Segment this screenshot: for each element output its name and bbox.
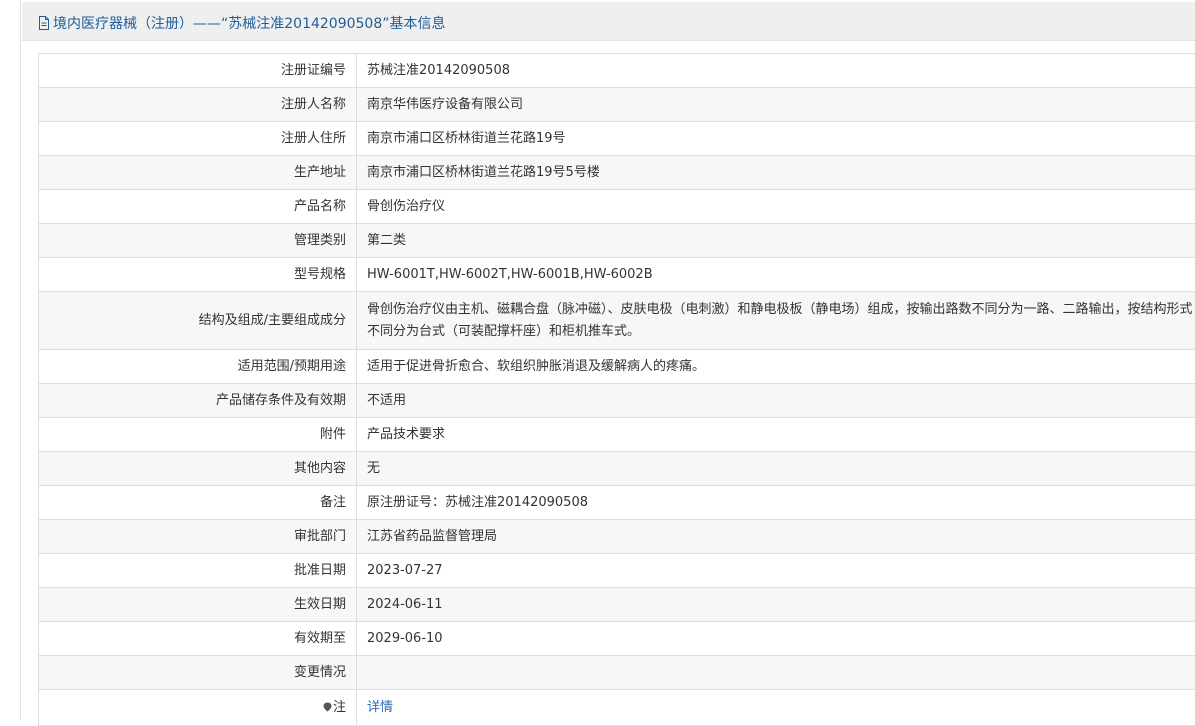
row-value-production-address: 南京市浦口区桥林街道兰花路19号5号楼 xyxy=(357,156,1195,190)
row-label-intended-use: 适用范围/预期用途 xyxy=(39,350,357,384)
row-value-intended-use: 适用于促进骨折愈合、软组织肿胀消退及缓解病人的疼痛。 xyxy=(357,350,1195,384)
page-title: 境内医疗器械（注册）——“苏械注准20142090508”基本信息 xyxy=(53,13,445,33)
row-label-approval-dept: 审批部门 xyxy=(39,520,357,554)
table-row: 型号规格 HW-6001T,HW-6002T,HW-6001B,HW-6002B xyxy=(39,258,1195,292)
row-label-changes: 变更情况 xyxy=(39,656,357,690)
row-value-valid-until: 2029-06-10 xyxy=(357,622,1195,656)
pin-icon xyxy=(323,702,332,712)
row-label-effective-date: 生效日期 xyxy=(39,588,357,622)
row-label-note: 注 xyxy=(39,690,357,726)
section-header: 境内医疗器械（注册）——“苏械注准20142090508”基本信息 xyxy=(22,2,1195,41)
table-row: 注册人名称 南京华伟医疗设备有限公司 xyxy=(39,88,1195,122)
table-row: 附件 产品技术要求 xyxy=(39,418,1195,452)
row-label-remarks: 备注 xyxy=(39,486,357,520)
row-value-model-spec: HW-6001T,HW-6002T,HW-6001B,HW-6002B xyxy=(357,258,1195,292)
table-row: 产品名称 骨创伤治疗仪 xyxy=(39,190,1195,224)
table-row: 注册证编号 苏械注准20142090508 xyxy=(39,54,1195,88)
table-row: 管理类别 第二类 xyxy=(39,224,1195,258)
row-value-product-name: 骨创伤治疗仪 xyxy=(357,190,1195,224)
row-value-structure: 骨创伤治疗仪由主机、磁耦合盘（脉冲磁）、皮肤电极（电刺激）和静电极板（静电场）组… xyxy=(357,292,1195,350)
device-info-table: 注册证编号 苏械注准20142090508 注册人名称 南京华伟医疗设备有限公司… xyxy=(38,53,1195,726)
table-row: 有效期至 2029-06-10 xyxy=(39,622,1195,656)
row-value-other: 无 xyxy=(357,452,1195,486)
table-row: 批准日期 2023-07-27 xyxy=(39,554,1195,588)
row-value-registration-number: 苏械注准20142090508 xyxy=(357,54,1195,88)
row-label-model-spec: 型号规格 xyxy=(39,258,357,292)
row-value-storage: 不适用 xyxy=(357,384,1195,418)
row-value-note: 详情 xyxy=(357,690,1195,726)
table-row: 备注 原注册证号：苏械注准20142090508 xyxy=(39,486,1195,520)
row-label-structure: 结构及组成/主要组成成分 xyxy=(39,292,357,350)
row-value-approval-date: 2023-07-27 xyxy=(357,554,1195,588)
row-label-valid-until: 有效期至 xyxy=(39,622,357,656)
table-row: 产品储存条件及有效期 不适用 xyxy=(39,384,1195,418)
section-header-content: 境内医疗器械（注册）——“苏械注准20142090508”基本信息 xyxy=(38,13,445,33)
table-row: 注册人住所 南京市浦口区桥林街道兰花路19号 xyxy=(39,122,1195,156)
row-label-attachment: 附件 xyxy=(39,418,357,452)
table-row: 结构及组成/主要组成成分 骨创伤治疗仪由主机、磁耦合盘（脉冲磁）、皮肤电极（电刺… xyxy=(39,292,1195,350)
row-value-management-class: 第二类 xyxy=(357,224,1195,258)
row-value-approval-dept: 江苏省药品监督管理局 xyxy=(357,520,1195,554)
details-link[interactable]: 详情 xyxy=(367,700,393,715)
row-value-attachment: 产品技术要求 xyxy=(357,418,1195,452)
note-label-text: 注 xyxy=(333,700,346,715)
table-row: 适用范围/预期用途 适用于促进骨折愈合、软组织肿胀消退及缓解病人的疼痛。 xyxy=(39,350,1195,384)
document-icon xyxy=(38,16,50,30)
row-label-management-class: 管理类别 xyxy=(39,224,357,258)
table-row: 审批部门 江苏省药品监督管理局 xyxy=(39,520,1195,554)
page-left-border xyxy=(20,0,21,721)
row-label-approval-date: 批准日期 xyxy=(39,554,357,588)
table-row: 生效日期 2024-06-11 xyxy=(39,588,1195,622)
row-label-production-address: 生产地址 xyxy=(39,156,357,190)
row-label-other: 其他内容 xyxy=(39,452,357,486)
row-label-registration-number: 注册证编号 xyxy=(39,54,357,88)
row-value-changes xyxy=(357,656,1195,690)
row-label-registrant-address: 注册人住所 xyxy=(39,122,357,156)
table-row: 其他内容 无 xyxy=(39,452,1195,486)
row-label-storage: 产品储存条件及有效期 xyxy=(39,384,357,418)
row-value-registrant-name: 南京华伟医疗设备有限公司 xyxy=(357,88,1195,122)
table-row: 注 详情 xyxy=(39,690,1195,726)
row-value-remarks: 原注册证号：苏械注准20142090508 xyxy=(357,486,1195,520)
row-value-registrant-address: 南京市浦口区桥林街道兰花路19号 xyxy=(357,122,1195,156)
table-row: 变更情况 xyxy=(39,656,1195,690)
row-value-effective-date: 2024-06-11 xyxy=(357,588,1195,622)
row-label-product-name: 产品名称 xyxy=(39,190,357,224)
row-label-registrant-name: 注册人名称 xyxy=(39,88,357,122)
table-row: 生产地址 南京市浦口区桥林街道兰花路19号5号楼 xyxy=(39,156,1195,190)
